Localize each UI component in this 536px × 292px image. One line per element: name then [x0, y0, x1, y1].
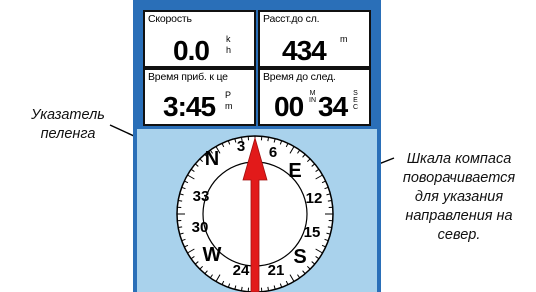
- bearing-pointer-caption: Указатель пеленга: [4, 106, 132, 144]
- compass-label-33: 33: [193, 188, 210, 205]
- compass-page: N 3 6 E 12 15 S 21 24 W 30 33: [137, 129, 377, 292]
- field-label: Время приб. к це: [148, 71, 228, 83]
- gps-device-screen: Скорость 0.0 k h Расст.до сл. 434 m Врем…: [133, 0, 381, 292]
- field-value: 0.0: [173, 35, 210, 66]
- compass-tick: [178, 226, 183, 229]
- caption-line: пеленга: [40, 126, 96, 142]
- data-field-time-to-next[interactable]: Время до след. 00 MIN 34 SEC: [258, 68, 371, 126]
- field-unit-seconds: SEC: [352, 90, 359, 111]
- compass-tick: [240, 286, 243, 291]
- compass-label-6: 6: [269, 144, 277, 161]
- compass-tick: [267, 286, 270, 291]
- caption-line: Шкала компаса: [406, 151, 512, 167]
- compass-label-3: 3: [237, 138, 245, 155]
- field-unit: m: [340, 34, 348, 44]
- field-label: Расст.до сл.: [263, 13, 320, 25]
- field-value-seconds: 34: [318, 91, 348, 122]
- field-unit: P: [225, 90, 232, 100]
- field-unit-minutes: MIN: [309, 90, 316, 104]
- compass-label-12: 12: [306, 190, 323, 207]
- compass-label-30: 30: [192, 219, 209, 236]
- compass-label-e: E: [288, 160, 301, 182]
- compass-label-s: S: [293, 246, 306, 268]
- compass-tick: [267, 137, 270, 142]
- caption-line: север.: [437, 227, 481, 243]
- caption-line: для указания: [414, 189, 504, 205]
- field-label: Скорость: [148, 13, 192, 25]
- field-label: Время до след.: [263, 71, 336, 83]
- compass-ring-caption: Шкала компаса поворачивается для указани…: [383, 150, 535, 245]
- field-value: 434: [282, 35, 327, 66]
- field-unit: k: [226, 34, 231, 44]
- caption-line: Указатель: [31, 107, 105, 123]
- compass-tick: [327, 199, 332, 202]
- data-field-distance-to-next[interactable]: Расст.до сл. 434 m: [258, 10, 371, 68]
- caption-line: направления на: [405, 208, 513, 224]
- field-value: 3:45: [163, 91, 216, 122]
- compass[interactable]: N 3 6 E 12 15 S 21 24 W 30 33: [137, 129, 377, 292]
- data-field-speed[interactable]: Скорость 0.0 k h: [143, 10, 256, 68]
- compass-label-21: 21: [268, 262, 285, 279]
- compass-tick: [178, 199, 183, 202]
- data-field-eta-destination[interactable]: Время приб. к це 3:45 P m: [143, 68, 256, 126]
- compass-label-24: 24: [233, 262, 250, 279]
- field-value-minutes: 00: [274, 91, 304, 122]
- field-unit: m: [225, 101, 233, 111]
- caption-line: поворачивается: [402, 170, 516, 186]
- compass-label-w: W: [203, 244, 222, 266]
- compass-label-15: 15: [304, 224, 321, 241]
- field-unit: h: [226, 45, 232, 55]
- compass-label-n: N: [205, 148, 219, 170]
- compass-tick: [327, 226, 332, 229]
